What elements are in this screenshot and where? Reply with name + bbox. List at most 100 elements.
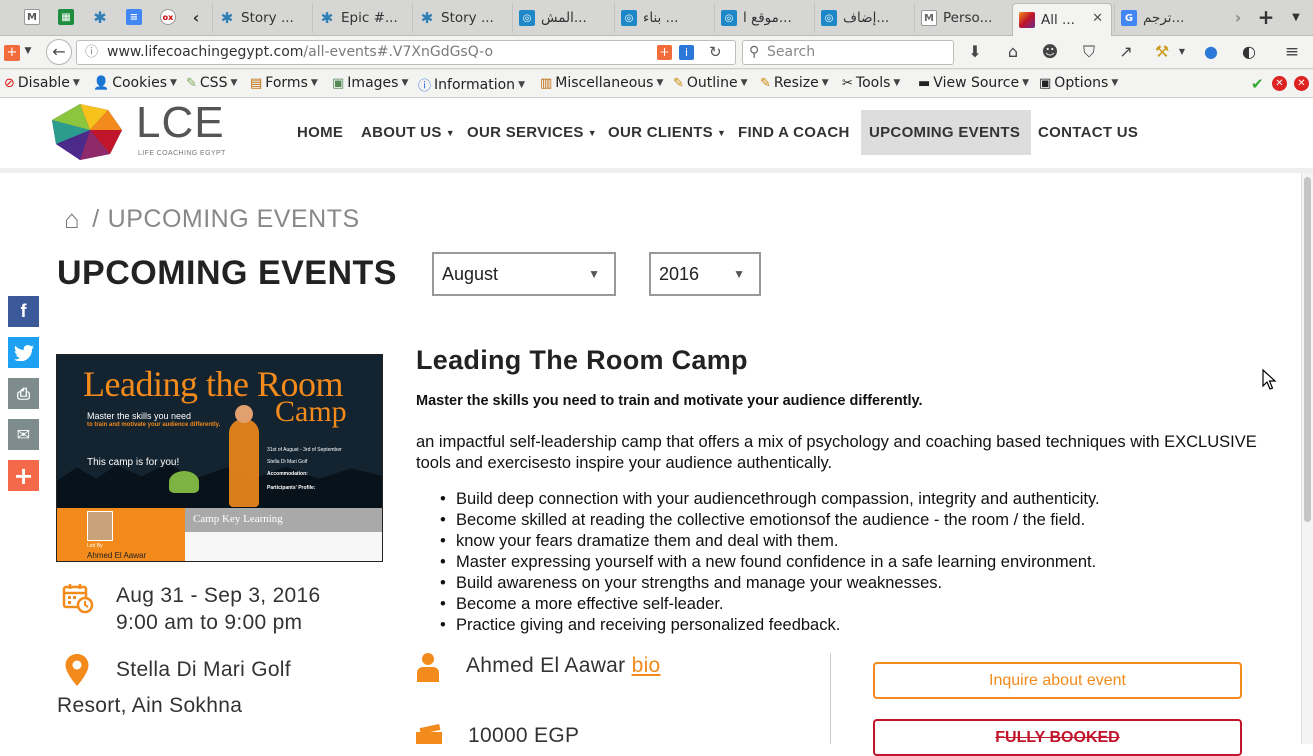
emoji-icon[interactable]: ☻ [1040,42,1060,61]
email-icon[interactable]: ✉ [8,419,39,450]
tab-arabic-1[interactable]: ◎ المش... [512,3,612,33]
reload-icon[interactable]: ↻ [709,41,722,64]
twitter-icon[interactable] [8,337,39,368]
docs-icon[interactable]: ≡ [126,9,142,25]
tab-translate[interactable]: G ترجم... [1114,3,1224,33]
page-scrollbar[interactable] [1301,173,1313,744]
circle-icon: ◎ [621,10,637,26]
tabs-left-icon[interactable]: ‹ [188,8,204,27]
home-icon[interactable]: ⌂ [1003,42,1023,61]
sheets-icon[interactable]: ▦ [58,9,74,25]
nav-about-us[interactable]: ABOUT US ▼ [353,110,463,155]
chevron-down-icon: ▼ [821,78,829,88]
download-icon[interactable]: ⬇ [965,42,985,61]
info-addon-icon[interactable]: i [679,45,694,60]
tab-arabic-4[interactable]: ◎ إضاف... [814,3,912,33]
devbar-outline[interactable]: ✎ Outline ▼ [673,75,747,91]
close-icon[interactable]: ✕ [1294,76,1309,91]
poster-person [229,419,259,507]
chevron-down-icon: ▼ [72,78,80,88]
nav-our-services[interactable]: OUR SERVICES ▼ [459,110,605,155]
scrollbar-thumb[interactable] [1304,177,1311,522]
plus-addon-icon[interactable]: + [657,45,672,60]
devbar-cookies[interactable]: 👤 Cookies ▼ [93,75,177,91]
map-pin-icon [65,654,89,686]
mouse-cursor-icon [1262,369,1276,390]
pin-icon[interactable]: ↗ [1116,42,1136,61]
color-wheel-icon[interactable]: ◐ [1239,42,1259,61]
close-tab-icon[interactable]: ✕ [1092,11,1103,26]
nav-find-a-coach[interactable]: FIND A COACH [730,110,858,155]
month-select[interactable]: August ▼ [432,252,616,296]
back-button[interactable]: ← [46,39,72,65]
browser-chrome: M ▦ ✱ ≡ ox ‹ ✱ Story ... ✱ Epic #... ✱ Stor… [0,0,1313,98]
devbar-forms[interactable]: ▤ Forms ▼ [250,75,318,91]
info-icon: ⓘ [85,45,99,60]
event-title[interactable]: Leading The Room Camp [416,345,748,376]
menu-icon[interactable]: ≡ [1282,42,1302,62]
snowflake-icon[interactable]: ✱ [92,8,108,27]
poster-tagline: Master the skills you need [87,411,192,421]
dropdown-arrow-icon[interactable]: ▼ [18,46,38,56]
tab-epic[interactable]: ✱ Epic #... [312,3,410,33]
devbar-disable[interactable]: ⊘ Disable ▼ [4,75,80,91]
more-icon[interactable]: + [8,460,39,491]
nav-contact-us[interactable]: CONTACT US [1030,110,1146,155]
trainer-bio-link[interactable]: bio [632,654,661,677]
facebook-icon[interactable]: f [8,296,39,327]
devbar-view-source[interactable]: ▬ View Source ▼ [918,75,1029,91]
misc-icon: ▥ [540,75,553,91]
devbar-information[interactable]: ⓘ Information ▼ [418,75,525,95]
search-input[interactable]: ⚲ Search [742,40,954,65]
caret-down-icon: ▼ [587,127,597,138]
globe-icon[interactable]: ● [1201,42,1221,61]
snowflake-icon: ✱ [220,9,234,27]
tab-arabic-2[interactable]: ◎ بناء ... [614,3,712,33]
translate-icon: G [1121,10,1137,26]
source-icon: ▬ [918,75,931,91]
tab-story-1[interactable]: ✱ Story ... [212,3,310,33]
new-tab-icon[interactable]: + [1258,5,1275,29]
chevron-down-icon: ▼ [740,78,748,88]
home-icon[interactable]: ⌂ [64,204,80,235]
pocket-icon[interactable]: ⛉ [1079,42,1099,62]
disable-icon: ⊘ [4,75,15,91]
url-domain: www.lifecoachingegypt.com [107,44,304,60]
devbar-resize[interactable]: ✎ Resize ▼ [760,75,829,91]
tab-personal[interactable]: M Perso... [914,3,1010,33]
year-select[interactable]: 2016 ▼ [649,252,761,296]
chevron-down-icon: ▼ [230,78,238,88]
tab-story-2[interactable]: ✱ Story ... [412,3,510,33]
devbar-tools[interactable]: ✂ Tools ▼ [842,75,900,91]
nav-our-clients[interactable]: OUR CLIENTS ▼ [600,110,734,155]
chevron-down-icon: ▼ [170,78,177,88]
info-icon: ⓘ [418,79,432,94]
person-icon [417,653,439,682]
check-icon[interactable]: ✔ [1251,75,1264,93]
devbar-css[interactable]: ✎ CSS ▼ [186,75,237,91]
event-subtitle: Master the skills you need to train and … [416,393,923,409]
devbar-images[interactable]: ▣ Images ▼ [332,75,408,91]
tab-list-icon[interactable]: ▼ [1288,9,1304,25]
url-bar[interactable]: ⓘ www.lifecoachingegypt.com/all-events#.… [76,40,736,65]
devbar-options[interactable]: ▣ Options ▼ [1039,75,1118,91]
gmail-icon[interactable]: M [24,9,40,25]
list-item: know your fears dramatize them and deal … [440,531,1100,552]
tabs-right-icon[interactable]: › [1230,8,1246,27]
css-icon: ✎ [186,75,197,91]
chevron-down-icon: ▼ [1022,78,1029,88]
toolbox-icon[interactable]: ⚒ [1152,42,1172,61]
dropdown-arrow-icon[interactable]: ▼ [1172,47,1192,56]
tab-all-events[interactable]: All ... ✕ [1012,3,1112,36]
olx-icon[interactable]: ox [160,9,176,25]
nav-home[interactable]: HOME [289,110,351,155]
fully-booked-button[interactable]: FULLY BOOKED [873,719,1242,756]
site-logo[interactable]: LCE LIFE COACHING EGYPT [50,98,230,162]
nav-upcoming-events[interactable]: UPCOMING EVENTS [861,110,1031,155]
tab-arabic-3[interactable]: ◎ موقع ا... [714,3,812,33]
inquire-button[interactable]: Inquire about event [873,662,1242,699]
print-icon[interactable]: ⎙ [8,378,39,409]
error-icon[interactable]: ✕ [1272,76,1287,91]
event-poster[interactable]: Leading the Room Camp Master the skills … [56,354,383,562]
devbar-miscellaneous[interactable]: ▥ Miscellaneous ▼ [540,75,663,91]
